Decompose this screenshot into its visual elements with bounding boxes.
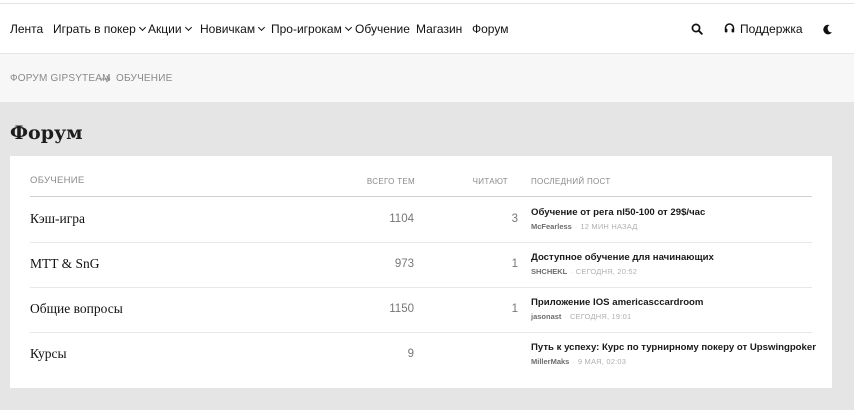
post-time: 12 МИН НАЗАД — [580, 222, 638, 231]
separator-dot: · — [564, 312, 567, 321]
nav-item-forum[interactable]: Форум — [472, 22, 508, 36]
column-header-readers: ЧИТАЮТ — [472, 177, 508, 186]
table-row: Общие вопросы 1150 1 Приложение IOS amer… — [30, 287, 812, 333]
table-row: Кэш-игра 1104 3 Обучение от рега nl50-10… — [30, 197, 812, 243]
breadcrumb-forum-link[interactable]: ФОРУМ GIPSYTEAM — [10, 73, 111, 85]
column-header-topics: ВСЕГО ТЕМ — [366, 177, 415, 186]
page-title: Форум — [10, 122, 83, 144]
chevron-down-icon — [138, 23, 146, 32]
table-row: Курсы 9 Путь к успеху: Курс по турнирном… — [30, 332, 816, 377]
nav-item-pro-players[interactable]: Про-игрокам — [271, 22, 352, 36]
post-author[interactable]: McFearless — [531, 222, 572, 231]
nav-item-label: Лента — [10, 22, 44, 36]
post-author[interactable]: SHCHEKL — [531, 267, 567, 276]
headset-icon — [724, 23, 735, 34]
post-time: 9 МАЯ, 02:03 — [577, 357, 627, 366]
readers-count: 1 — [511, 303, 518, 315]
separator-dot: · — [574, 222, 578, 231]
forum-link[interactable]: Общие вопросы — [30, 301, 123, 317]
last-post-meta: SHCHEKL · СЕГОДНЯ, 20:52 — [531, 267, 812, 277]
support-label: Поддержка — [740, 22, 803, 36]
last-post: Обучение от рега nl50-100 от 29$/час McF… — [531, 207, 812, 232]
column-header-last-post: ПОСЛЕДНИЙ ПОСТ — [531, 177, 611, 186]
section-header: ОБУЧЕНИЕ — [30, 175, 85, 186]
last-post-title[interactable]: Приложение IOS americasccardroom — [531, 297, 812, 309]
topics-count: 9 — [407, 348, 414, 360]
nav-item-label: Новичкам — [200, 22, 256, 36]
nav-item-label: Акции — [148, 22, 182, 36]
chevron-down-icon — [258, 23, 266, 32]
readers-count: 3 — [511, 213, 518, 225]
moon-icon[interactable] — [822, 22, 833, 35]
nav-item-label: Обучение — [355, 22, 410, 36]
topics-count: 1104 — [389, 213, 414, 225]
last-post-meta: McFearless · 12 МИН НАЗАД — [531, 222, 812, 232]
nav-item-label: Форум — [472, 22, 509, 36]
nav-item-training[interactable]: Обучение — [355, 22, 410, 36]
main-nav: Лента Играть в покер Акции Новичкам Про-… — [0, 4, 854, 54]
nav-item-shop[interactable]: Магазин — [416, 22, 462, 36]
chevron-down-icon — [344, 23, 352, 32]
nav-item-promotions[interactable]: Акции — [148, 22, 192, 36]
topics-count: 973 — [394, 258, 414, 270]
topics-count: 1150 — [389, 303, 414, 315]
forum-table: ОБУЧЕНИЕ ВСЕГО ТЕМ ЧИТАЮТ ПОСЛЕДНИЙ ПОСТ… — [10, 156, 832, 388]
last-post-title[interactable]: Путь к успеху: Курс по турнирному покеру… — [531, 342, 816, 354]
table-row: MTT & SnG 973 1 Доступное обучение для н… — [30, 242, 812, 288]
chevron-down-icon — [184, 23, 192, 32]
nav-item-beginners[interactable]: Новичкам — [200, 22, 266, 36]
last-post-meta: MillerMaks · 9 МАЯ, 02:03 — [531, 357, 812, 367]
forum-link[interactable]: MTT & SnG — [30, 256, 100, 272]
search-icon[interactable] — [691, 22, 703, 35]
arrow-right-icon — [99, 72, 111, 84]
nav-item-feed[interactable]: Лента — [10, 22, 43, 36]
last-post-title[interactable]: Доступное обучение для начинающих — [531, 252, 812, 264]
support-link[interactable]: Поддержка — [724, 22, 803, 36]
last-post: Приложение IOS americasccardroom jasonas… — [531, 297, 812, 322]
post-author[interactable]: jasonast — [531, 312, 561, 321]
readers-count: 1 — [511, 258, 518, 270]
post-author[interactable]: MillerMaks — [531, 357, 569, 366]
nav-item-play-poker[interactable]: Играть в покер — [53, 22, 146, 36]
last-post: Доступное обучение для начинающих SHCHEK… — [531, 252, 812, 277]
post-time: СЕГОДНЯ, 20:52 — [575, 267, 638, 276]
breadcrumb: ФОРУМ GIPSYTEAM ОБУЧЕНИЕ — [0, 54, 854, 102]
nav-item-label: Про-игрокам — [271, 22, 342, 36]
breadcrumb-current: ОБУЧЕНИЕ — [116, 73, 173, 84]
forum-link[interactable]: Курсы — [30, 346, 67, 362]
forum-link[interactable]: Кэш-игра — [30, 211, 85, 227]
last-post: Путь к успеху: Курс по турнирному покеру… — [531, 342, 816, 367]
nav-item-label: Магазин — [416, 22, 463, 36]
separator-dot: · — [572, 357, 575, 366]
post-time: СЕГОДНЯ, 19:01 — [569, 312, 632, 321]
last-post-title[interactable]: Обучение от рега nl50-100 от 29$/час — [531, 207, 812, 219]
last-post-meta: jasonast · СЕГОДНЯ, 19:01 — [531, 312, 812, 322]
separator-dot: · — [570, 267, 573, 276]
nav-item-label: Играть в покер — [53, 22, 136, 36]
